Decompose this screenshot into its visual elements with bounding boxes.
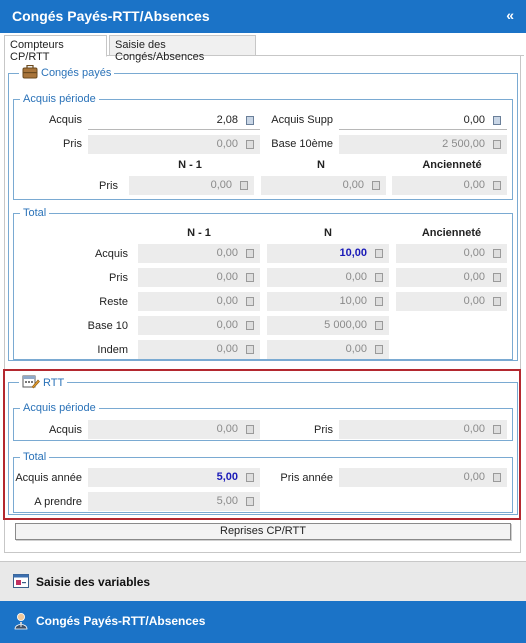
- tab-saisie-conges-absences[interactable]: Saisie des Congés/Absences: [109, 35, 256, 63]
- calculator-icon: [375, 321, 383, 330]
- rtt-acquis-label: Acquis: [48, 424, 82, 436]
- cp-total-base10-n: 5 000,00: [267, 316, 389, 335]
- cp-total-base10-label: Base 10: [87, 320, 128, 332]
- calculator-icon: [493, 140, 501, 149]
- cp-total-col-n: N: [324, 227, 332, 239]
- calculator-icon: [246, 249, 254, 258]
- cp-total-acquis-anciennete: 0,00: [396, 244, 507, 263]
- cp-total-acquis-label: Acquis: [94, 248, 128, 260]
- cp-total-pris-anciennete: 0,00: [396, 268, 507, 287]
- cp-base10eme-field: 2 500,00: [339, 135, 507, 154]
- rtt-a-prendre-label: A prendre: [34, 496, 82, 508]
- calculator-icon: [375, 273, 383, 282]
- cp-acquis-supp-field[interactable]: 0,00: [339, 111, 507, 130]
- cp-acquis-label: Acquis: [48, 114, 82, 126]
- calculator-icon: [246, 321, 254, 330]
- tab-compteurs-cp-rtt[interactable]: Compteurs CP/RTT: [4, 35, 107, 63]
- variables-window-icon: [13, 573, 29, 592]
- calculator-icon: [246, 345, 254, 354]
- cp-total-acquis-n-1: 0,00: [138, 244, 260, 263]
- rtt-total-legend: Total: [20, 450, 50, 464]
- rtt-acquis-periode-legend: Acquis période: [20, 401, 99, 415]
- rtt-acquis-field: 0,00: [88, 420, 260, 439]
- cp-acquis-supp-label: Acquis Supp: [271, 114, 333, 126]
- nav-conges-payes-rtt-absences-label: Congés Payés-RTT/Absences: [36, 614, 206, 628]
- cp-total-pris-n-1: 0,00: [138, 268, 260, 287]
- suitcase-icon: [22, 64, 38, 83]
- calculator-icon: [375, 249, 383, 258]
- cp-total-acquis-n: 10,00: [267, 244, 389, 263]
- calculator-icon: [493, 297, 501, 306]
- calculator-icon: [493, 181, 501, 190]
- calculator-icon: [375, 297, 383, 306]
- cp-total-pris-n: 0,00: [267, 268, 389, 287]
- calculator-icon: [493, 473, 501, 482]
- nav-saisie-des-variables-label: Saisie des variables: [36, 575, 151, 589]
- cp-col-n: N: [317, 159, 325, 171]
- calculator-icon: [246, 140, 254, 149]
- cp-total-col-n-1: N - 1: [187, 227, 211, 239]
- cp-total-indem-label: Indem: [97, 344, 128, 356]
- rtt-pris-annee-label: Pris année: [280, 472, 333, 484]
- cp-total-col-anciennete: Ancienneté: [421, 227, 482, 239]
- rtt-pris-label: Pris: [314, 424, 333, 436]
- calculator-icon: [493, 249, 501, 258]
- cp-col-anciennete: Ancienneté: [422, 159, 482, 171]
- calendar-edit-icon: [22, 374, 40, 393]
- nav-saisie-des-variables[interactable]: Saisie des variables: [0, 561, 526, 601]
- nav-conges-payes-rtt-absences[interactable]: Congés Payés-RTT/Absences: [0, 601, 526, 643]
- calculator-icon: [240, 181, 248, 190]
- calculator-icon: [372, 181, 380, 190]
- calculator-icon: [246, 425, 254, 434]
- cp-total-base10-n-1: 0,00: [138, 316, 260, 335]
- cp-total-indem-n-1: 0,00: [138, 340, 260, 359]
- cp-total-reste-anciennete: 0,00: [396, 292, 507, 311]
- calculator-icon: [375, 345, 383, 354]
- cp-pris-n-1-field: 0,00: [129, 176, 254, 195]
- cp-acquis-field[interactable]: 2,08: [88, 111, 260, 130]
- calculator-icon[interactable]: [246, 116, 254, 125]
- rtt-pris-annee-field: 0,00: [339, 468, 507, 487]
- cp-pris-anciennete-field: 0,00: [392, 176, 507, 195]
- cp-pris-row-label: Pris: [99, 180, 118, 192]
- collapse-panel-icon[interactable]: «: [506, 7, 514, 23]
- rtt-acquis-annee-label: Acquis année: [15, 472, 82, 484]
- reprises-cp-rtt-button[interactable]: Reprises CP/RTT: [15, 523, 511, 540]
- cp-total-reste-n-1: 0,00: [138, 292, 260, 311]
- cp-base10eme-label: Base 10ème: [271, 138, 333, 150]
- cp-total-pris-label: Pris: [109, 272, 128, 284]
- calculator-icon: [246, 497, 254, 506]
- cp-pris-field: 0,00: [88, 135, 260, 154]
- panel-title: Congés Payés-RTT/Absences: [12, 8, 210, 24]
- person-icon: [13, 612, 29, 633]
- rtt-acquis-annee-field: 5,00: [88, 468, 260, 487]
- cp-total-indem-n: 0,00: [267, 340, 389, 359]
- rtt-legend: RTT: [43, 377, 65, 389]
- panel-header: Congés Payés-RTT/Absences «: [0, 0, 526, 33]
- rtt-a-prendre-field: 5,00: [88, 492, 260, 511]
- calculator-icon: [246, 273, 254, 282]
- cp-pris-n-field: 0,00: [261, 176, 386, 195]
- cp-total-reste-label: Reste: [99, 296, 128, 308]
- calculator-icon[interactable]: [493, 116, 501, 125]
- calculator-icon: [246, 473, 254, 482]
- rtt-pris-field: 0,00: [339, 420, 507, 439]
- cp-total-reste-n: 10,00: [267, 292, 389, 311]
- cp-acquis-periode-legend: Acquis période: [20, 92, 99, 106]
- cp-pris-label: Pris: [63, 138, 82, 150]
- conges-payes-legend: Congés payés: [41, 67, 112, 79]
- cp-col-n-1: N - 1: [178, 159, 202, 171]
- calculator-icon: [493, 273, 501, 282]
- calculator-icon: [493, 425, 501, 434]
- tab-strip: Compteurs CP/RTT Saisie des Congés/Absen…: [4, 35, 524, 63]
- cp-total-legend: Total: [20, 206, 50, 220]
- calculator-icon: [246, 297, 254, 306]
